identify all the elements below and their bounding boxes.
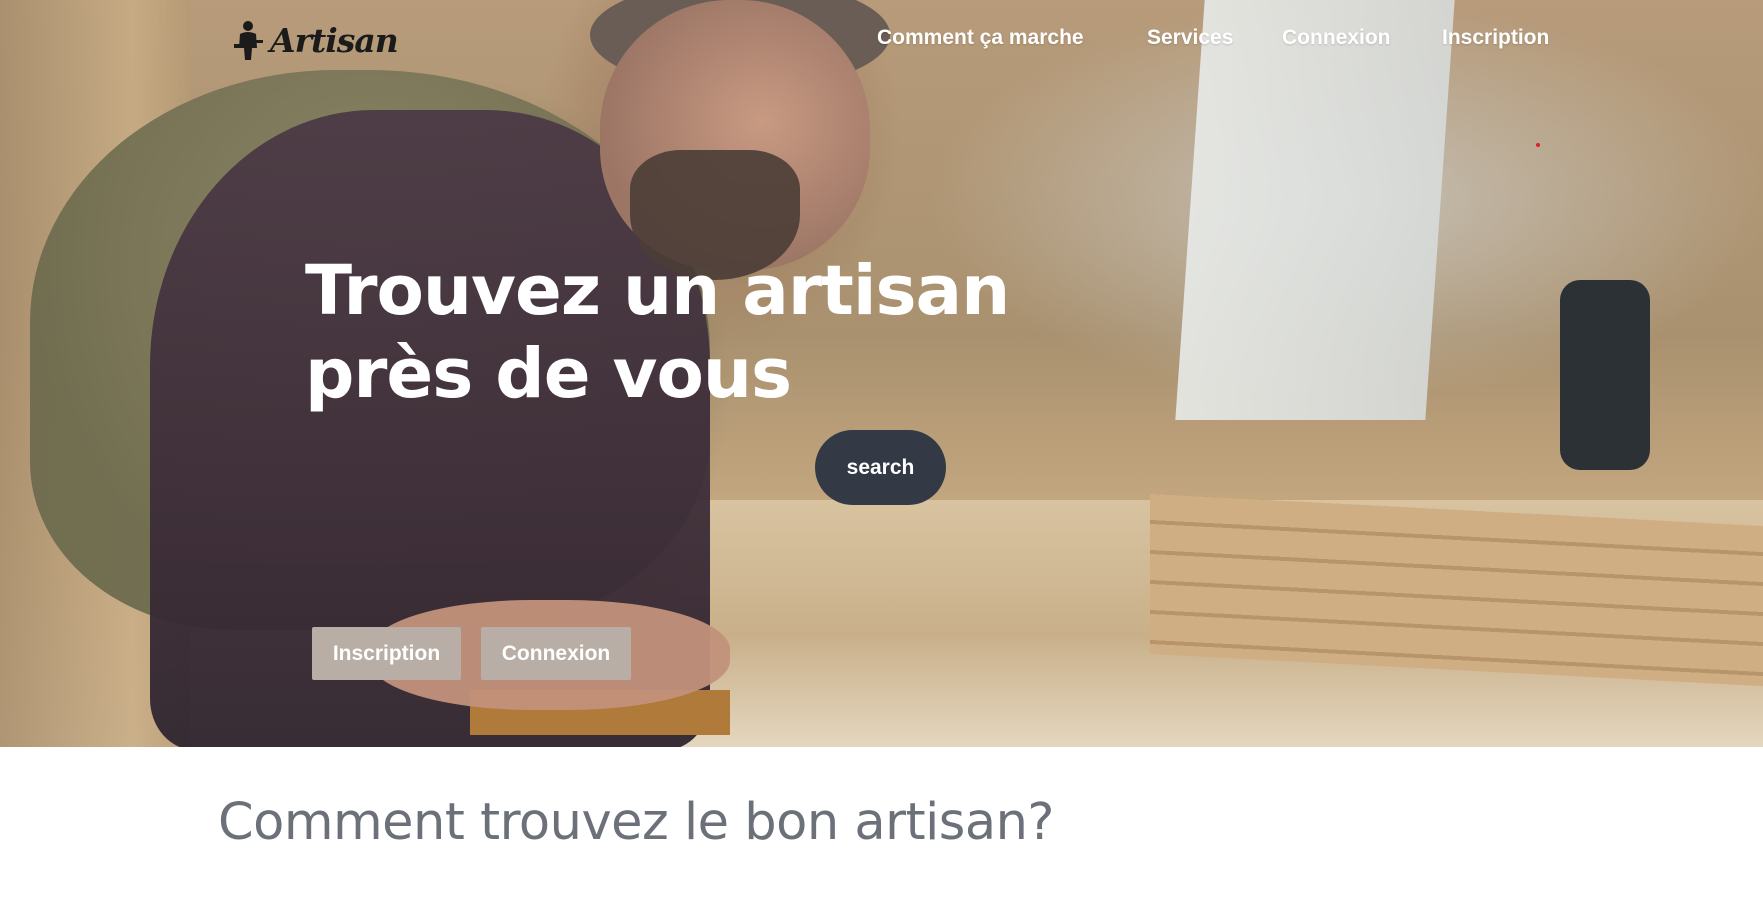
hero-photo-red-dot (1536, 143, 1540, 147)
nav-link-inscription[interactable]: Inscription (1442, 26, 1549, 50)
craftsman-figure-icon (234, 21, 263, 60)
inscription-button[interactable]: Inscription (312, 627, 461, 680)
hero-photo-board (1175, 0, 1455, 420)
search-button[interactable]: search (815, 430, 946, 505)
hero-title-line-1: Trouvez un artisan (305, 251, 1010, 331)
nav-link-connexion[interactable]: Connexion (1282, 26, 1391, 50)
hero-banner: Artisan Comment ça marche Services Conne… (0, 0, 1763, 747)
connexion-button[interactable]: Connexion (481, 627, 631, 680)
hero-title-line-2: près de vous (305, 334, 792, 414)
brand-name: Artisan (270, 20, 399, 60)
hero-photo-drill (1560, 280, 1650, 470)
hero-title: Trouvez un artisan près de vous (305, 250, 1010, 416)
brand-logo[interactable]: Artisan (230, 18, 399, 62)
hero-photo-planks (1150, 493, 1763, 687)
nav-link-comment-ca-marche[interactable]: Comment ça marche (877, 26, 1084, 50)
section-title: Comment trouvez le bon artisan? (218, 793, 1054, 852)
nav-link-services[interactable]: Services (1147, 26, 1233, 50)
